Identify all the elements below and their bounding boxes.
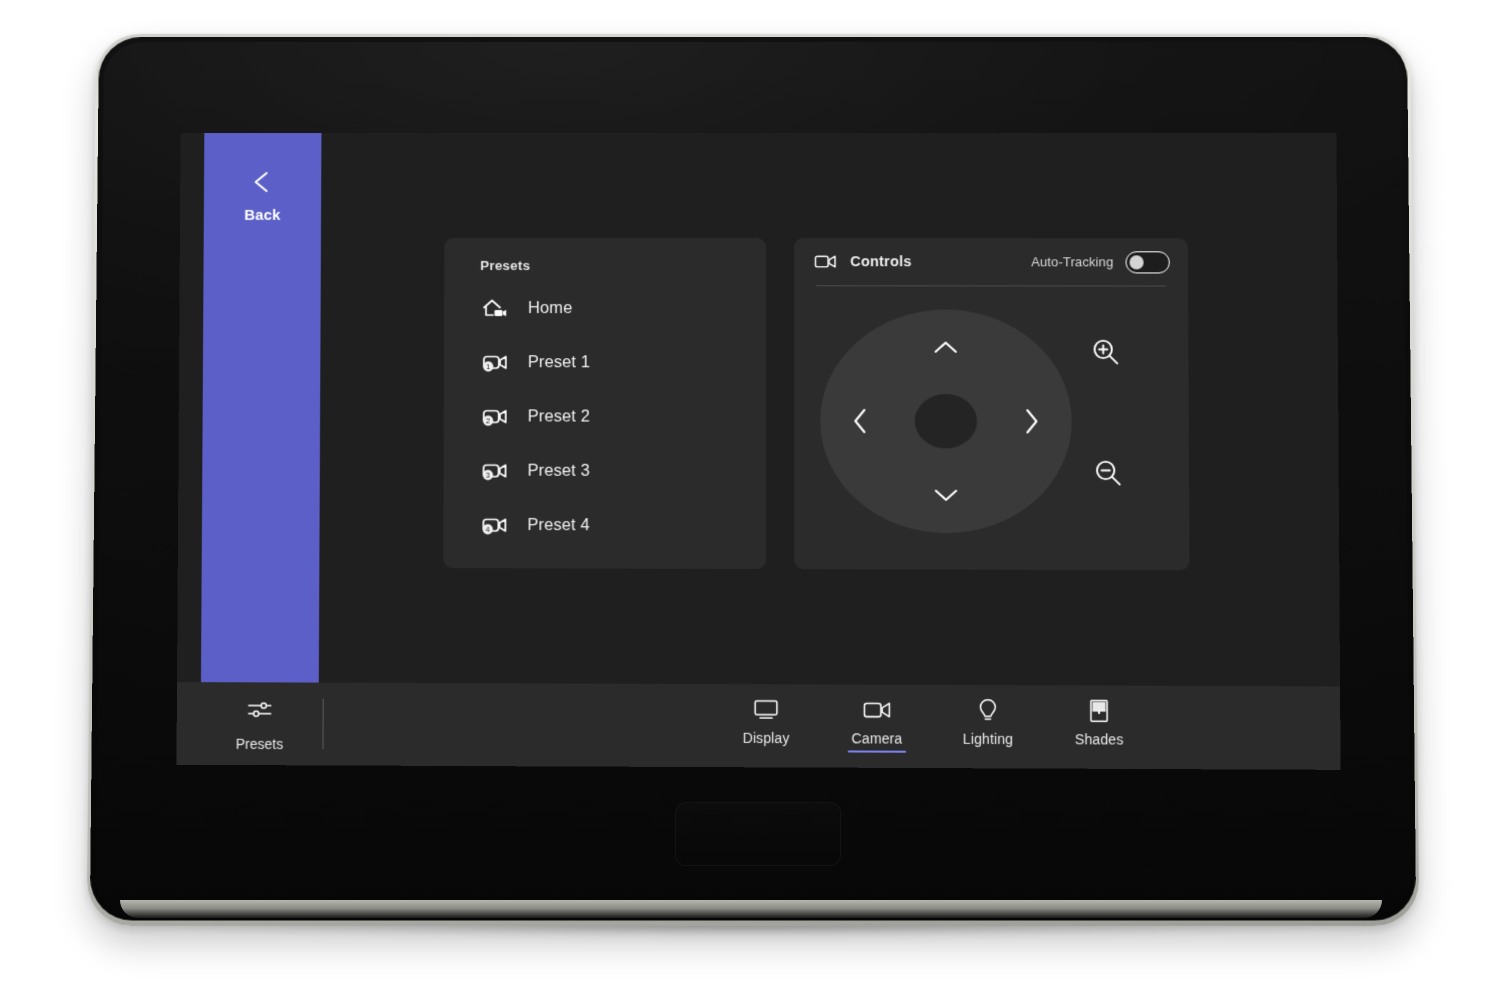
nav-item-display[interactable]: Display [724,696,809,756]
controls-panel: Controls Auto-Tracking [794,238,1190,571]
controls-panel-title: Controls [850,253,912,270]
camera-preset-icon: 3 [480,456,510,486]
presets-panel: Presets Home 1 Preset 1 2 Preset 2 3 Pre… [443,237,767,570]
sliders-icon [246,696,274,727]
device-speaker-slot [674,802,842,867]
screenshot-stage: Back Presets Home 1 Preset 1 2 Preset 2 … [0,0,1500,981]
preset-badge-number: 4 [486,525,490,534]
dpad-center-button[interactable] [914,393,978,449]
chevron-down-icon[interactable] [930,479,962,511]
preset-label: Preset 3 [527,461,590,480]
nav-item-presets[interactable]: Presets [201,696,319,752]
touch-panel-device: Back Presets Home 1 Preset 1 2 Preset 2 … [0,0,1500,981]
nav-active-underline [737,750,795,753]
zoom-out-icon[interactable] [1091,456,1125,490]
preset-row-1[interactable]: 1 Preset 1 [444,335,766,390]
auto-tracking-control: Auto-Tracking [1031,250,1170,273]
toggle-knob [1129,254,1144,269]
nav-active-underline [959,751,1018,754]
nav-item-label: Shades [1074,730,1124,748]
controls-panel-header: Controls Auto-Tracking [794,238,1188,285]
ptz-control-area [794,286,1189,559]
nav-item-shades[interactable]: Shades [1057,697,1142,757]
nav-active-underline [847,750,907,753]
camera-preset-icon: 2 [480,401,510,431]
chevron-right-icon[interactable] [1015,405,1047,437]
preset-label: Preset 4 [527,515,590,534]
window-shade-icon [1086,697,1112,724]
video-camera-icon [862,697,892,723]
device-base-foot [120,900,1382,918]
chevron-left-icon [248,167,278,197]
lightbulb-icon [976,697,1000,723]
nav-item-group: Display Camera Lighting Shades [724,696,1142,757]
home-camera-icon [480,293,510,323]
video-camera-icon [814,250,837,273]
preset-badge-number: 3 [486,471,490,480]
nav-item-label: Lighting [962,730,1014,747]
preset-row-4[interactable]: 4 Preset 4 [443,498,766,553]
preset-row-3[interactable]: 3 Preset 3 [443,443,766,498]
preset-row-home[interactable]: Home [444,281,766,335]
monitor-icon [752,696,780,722]
bottom-nav-bar: Presets Display Camera Lighting Shades [176,682,1341,770]
nav-item-lighting[interactable]: Lighting [945,697,1030,757]
preset-label: Preset 2 [527,406,590,426]
auto-tracking-label: Auto-Tracking [1031,254,1114,270]
nav-divider [322,698,324,750]
chevron-up-icon[interactable] [930,332,962,364]
nav-item-label: Camera [851,729,903,747]
preset-badge-number: 2 [486,416,490,425]
preset-row-2[interactable]: 2 Preset 2 [444,389,766,444]
screen: Back Presets Home 1 Preset 1 2 Preset 2 … [176,132,1341,770]
preset-label: Preset 1 [527,352,591,371]
dpad[interactable] [820,309,1073,534]
preset-label: Home [527,298,573,317]
back-label: Back [244,206,281,224]
nav-item-camera[interactable]: Camera [835,696,920,756]
presets-panel-title: Presets [480,257,531,274]
camera-preset-icon: 4 [479,510,509,540]
chevron-left-icon[interactable] [844,405,876,437]
preset-badge-number: 1 [486,362,490,371]
camera-preset-icon: 1 [480,347,510,377]
nav-active-underline [1070,751,1129,754]
back-rail[interactable]: Back [200,133,322,685]
zoom-in-icon[interactable] [1089,335,1123,369]
auto-tracking-toggle[interactable] [1125,250,1170,273]
nav-item-label: Display [742,729,790,746]
nav-presets-label: Presets [235,735,284,752]
